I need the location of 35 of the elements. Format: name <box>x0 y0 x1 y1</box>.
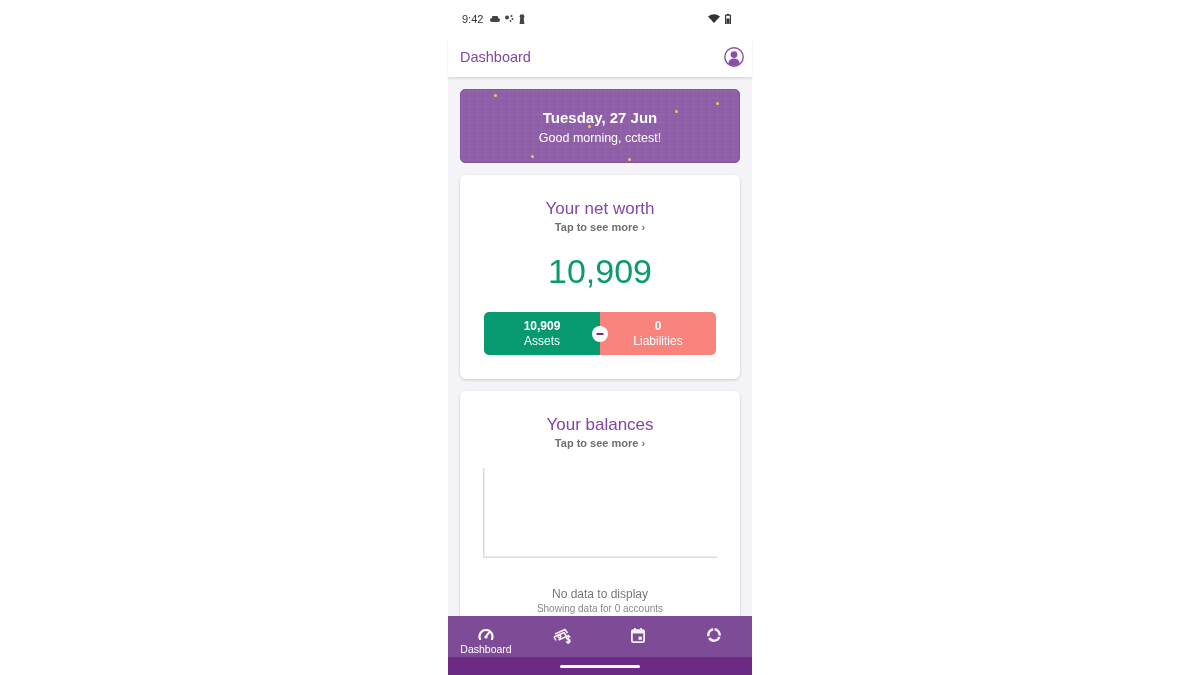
sparkle-dot-icon <box>588 125 591 128</box>
greeting-text: Good morning, cctest! <box>538 131 662 145</box>
sparkle-dot-icon <box>628 158 631 161</box>
sparkle-dot-icon <box>531 155 534 158</box>
gauge-icon <box>478 628 494 640</box>
ring-icon <box>707 628 721 642</box>
assets-value: 10,909 <box>523 319 561 333</box>
balances-card[interactable]: Your balances Tap to see more › No data to display Showing data for 0 accounts <box>460 391 740 616</box>
cash-icon <box>553 628 571 644</box>
net-worth-card[interactable]: Your net worth Tap to see more › 10,909 10,909 Assets 0 Liabilities <box>460 175 740 379</box>
card-title: Your balances <box>546 415 654 435</box>
card-title: Your net worth <box>545 199 655 219</box>
app-title: Dashboard <box>460 49 531 65</box>
banner-date: Tuesday, 27 Jun <box>542 109 658 126</box>
liabilities-label: Liabilities <box>633 334 683 348</box>
liabilities-value: 0 <box>654 319 662 333</box>
assets-label: Assets <box>524 334 560 348</box>
keyhole-icon <box>519 13 526 24</box>
wifi-icon <box>708 14 720 23</box>
net-worth-total: 10,909 <box>548 251 652 291</box>
sparkle-dot-icon <box>716 102 719 105</box>
battery-icon <box>725 13 731 24</box>
see-more-link[interactable]: Tap to see more › <box>554 220 646 234</box>
avatar-icon[interactable] <box>724 47 744 67</box>
sparkle-dot-icon <box>675 110 678 113</box>
home-indicator[interactable] <box>560 664 640 668</box>
accounts-footnote: Showing data for 0 accounts <box>536 603 664 615</box>
cloud-icon <box>490 15 501 22</box>
see-more-link[interactable]: Tap to see more › <box>554 436 646 450</box>
status-time: 9:42 <box>462 12 484 25</box>
minus-icon <box>592 325 608 342</box>
dots-icon <box>505 15 515 22</box>
calendar-icon <box>631 628 645 643</box>
empty-message: No data to display <box>551 587 649 601</box>
sparkle-dot-icon <box>494 94 497 97</box>
